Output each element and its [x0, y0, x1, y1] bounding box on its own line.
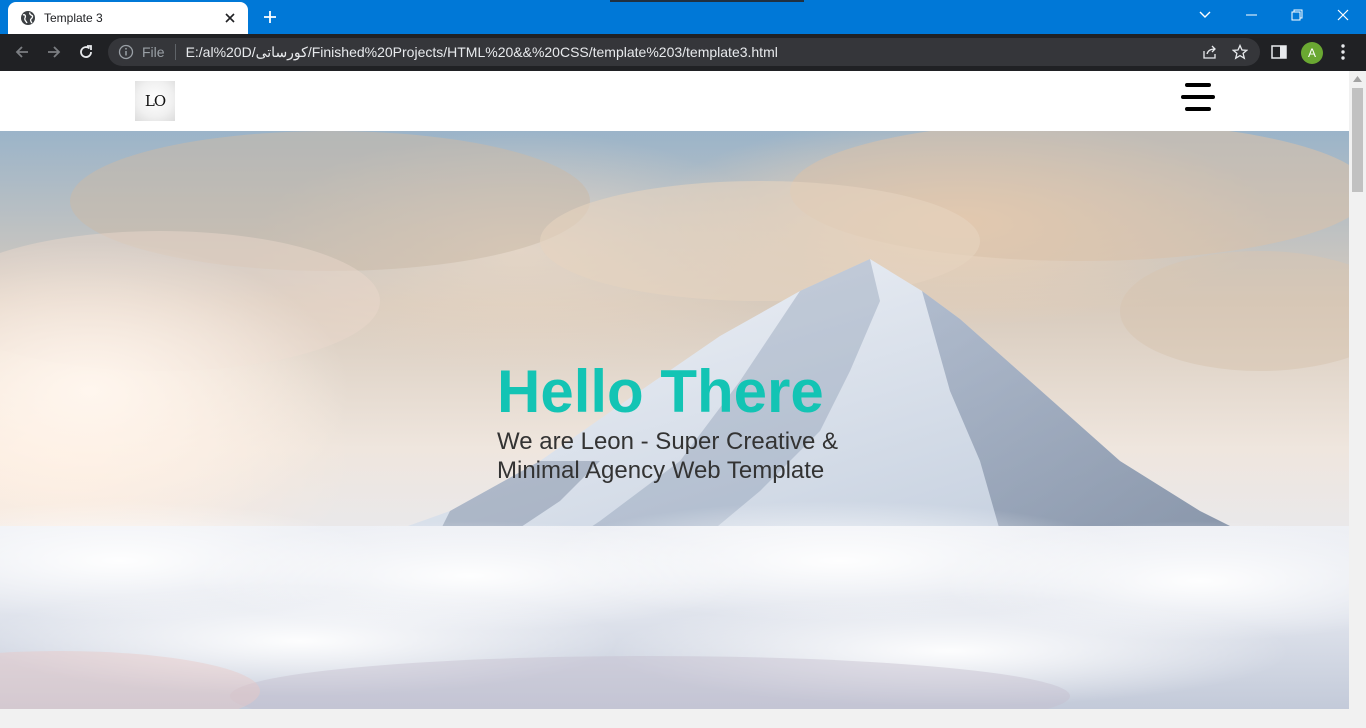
hamburger-line — [1185, 107, 1211, 111]
hero-title: Hello There — [497, 358, 824, 425]
scheme-label: File — [142, 44, 176, 60]
tabstrip-notch — [610, 0, 804, 2]
page-viewport: LO Hello There We are Leon - Super Creat… — [0, 71, 1349, 709]
back-arrow-icon[interactable] — [8, 38, 36, 66]
tab-close-icon[interactable] — [222, 10, 238, 26]
address-bar[interactable]: File E:/al%20D/کورساتی/Finished%20Projec… — [108, 38, 1260, 66]
tab-title: Template 3 — [44, 11, 103, 25]
tab-search-chevron-down-icon[interactable] — [1182, 0, 1228, 30]
restore-icon[interactable] — [1274, 0, 1320, 30]
new-tab-plus-icon[interactable] — [256, 5, 284, 29]
hamburger-menu-icon[interactable] — [1181, 83, 1215, 111]
forward-arrow-icon[interactable] — [40, 38, 68, 66]
browser-tab[interactable]: Template 3 — [8, 2, 248, 34]
site-header: LO — [0, 71, 1349, 131]
site-logo[interactable]: LO — [135, 81, 175, 121]
horizontal-scroll-strip — [0, 709, 1366, 728]
scroll-up-arrow-icon[interactable] — [1353, 75, 1362, 83]
hamburger-line — [1185, 83, 1211, 87]
window-controls — [1182, 0, 1366, 30]
minimize-icon[interactable] — [1228, 0, 1274, 30]
url-text[interactable]: E:/al%20D/کورساتی/Finished%20Projects/HT… — [186, 44, 778, 61]
star-icon[interactable] — [1232, 44, 1248, 60]
hero-subtitle: We are Leon - Super Creative & Minimal A… — [497, 428, 839, 484]
hamburger-line — [1181, 95, 1215, 99]
scrollbar-thumb[interactable] — [1352, 88, 1363, 192]
reload-icon[interactable] — [72, 38, 100, 66]
browser-titlebar: Template 3 — [0, 0, 1366, 34]
window-close-icon[interactable] — [1320, 0, 1366, 30]
kebab-menu-icon[interactable] — [1332, 40, 1354, 64]
hero-text-block: Hello There We are Leon - Super Creative… — [497, 359, 877, 485]
browser-toolbar: File E:/al%20D/کورساتی/Finished%20Projec… — [0, 34, 1366, 71]
info-icon[interactable] — [118, 44, 134, 60]
side-panel-icon[interactable] — [1268, 42, 1290, 62]
profile-avatar[interactable]: A — [1301, 42, 1323, 64]
share-icon[interactable] — [1202, 44, 1218, 60]
hero-section: Hello There We are Leon - Super Creative… — [0, 131, 1349, 709]
globe-icon — [20, 10, 36, 26]
page-scrollbar[interactable] — [1349, 71, 1366, 709]
